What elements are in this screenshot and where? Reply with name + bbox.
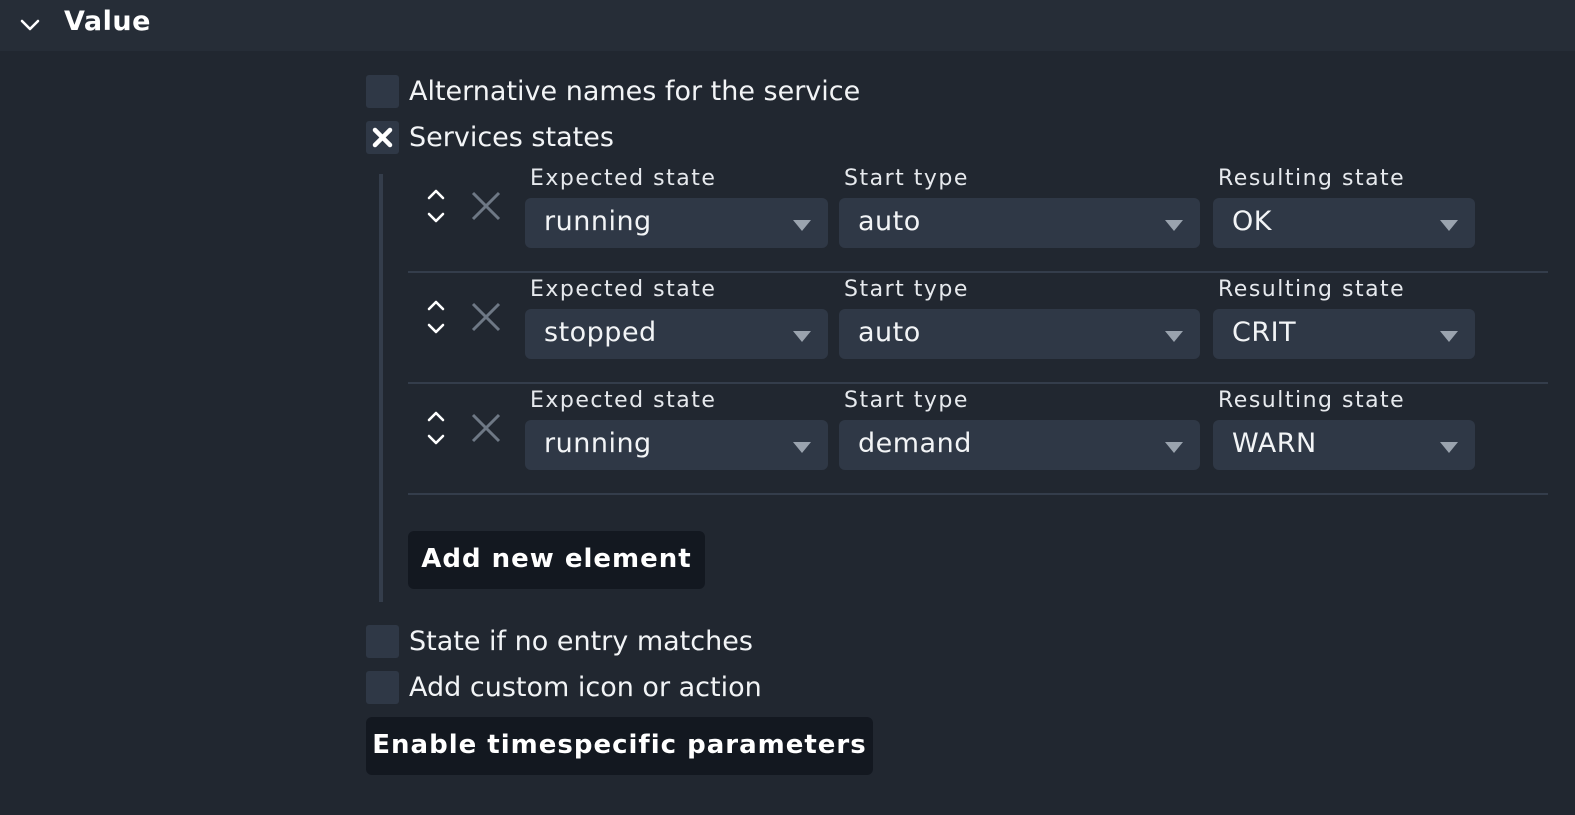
dropdown-arrow-icon: [1440, 331, 1458, 342]
resulting-state-value: WARN: [1232, 428, 1317, 459]
resulting-state-value: CRIT: [1232, 317, 1297, 348]
start-type-select[interactable]: auto: [839, 309, 1200, 359]
resulting-state-select[interactable]: WARN: [1213, 420, 1475, 470]
expected-state-label: Expected state: [530, 388, 717, 413]
expected-state-value: running: [544, 428, 652, 459]
start-type-select[interactable]: demand: [839, 420, 1200, 470]
section-header[interactable]: Value: [0, 0, 1575, 51]
x-check-icon: [372, 127, 393, 148]
enable-timespecific-button[interactable]: Enable timespecific parameters: [366, 717, 873, 775]
close-icon[interactable]: [470, 190, 502, 222]
value-panel: Value Alternative names for the service …: [0, 0, 1575, 815]
start-type-value: auto: [858, 317, 921, 348]
no-match-label[interactable]: State if no entry matches: [409, 625, 753, 658]
start-type-value: demand: [858, 428, 972, 459]
dropdown-arrow-icon: [793, 220, 811, 231]
divider: [408, 493, 1548, 495]
list-indent-line: [379, 174, 383, 602]
close-icon[interactable]: [470, 301, 502, 333]
dropdown-arrow-icon: [1165, 442, 1183, 453]
expected-state-value: stopped: [544, 317, 657, 348]
custom-icon-label[interactable]: Add custom icon or action: [409, 671, 762, 704]
expected-state-select[interactable]: running: [525, 420, 828, 470]
resulting-state-label: Resulting state: [1218, 166, 1406, 191]
alt-names-checkbox[interactable]: [366, 75, 399, 108]
alt-names-label[interactable]: Alternative names for the service: [409, 75, 860, 108]
resulting-state-select[interactable]: CRIT: [1213, 309, 1475, 359]
list-item: Expected state stopped Start type auto R…: [408, 273, 1548, 384]
dropdown-arrow-icon: [1440, 220, 1458, 231]
expected-state-select[interactable]: running: [525, 198, 828, 248]
up-down-icon[interactable]: [424, 406, 448, 450]
up-down-icon[interactable]: [424, 295, 448, 339]
custom-icon-checkbox[interactable]: [366, 671, 399, 704]
chevron-down-icon[interactable]: [18, 15, 42, 35]
start-type-value: auto: [858, 206, 921, 237]
up-down-icon[interactable]: [424, 184, 448, 228]
expected-state-select[interactable]: stopped: [525, 309, 828, 359]
expected-state-label: Expected state: [530, 166, 717, 191]
services-states-label[interactable]: Services states: [409, 121, 614, 154]
dropdown-arrow-icon: [1165, 220, 1183, 231]
dropdown-arrow-icon: [1165, 331, 1183, 342]
section-title: Value: [64, 6, 151, 37]
start-type-label: Start type: [844, 166, 969, 191]
expected-state-value: running: [544, 206, 652, 237]
resulting-state-select[interactable]: OK: [1213, 198, 1475, 248]
close-icon[interactable]: [470, 412, 502, 444]
dropdown-arrow-icon: [1440, 442, 1458, 453]
resulting-state-label: Resulting state: [1218, 277, 1406, 302]
list-item: Expected state running Start type auto R…: [408, 162, 1548, 273]
resulting-state-value: OK: [1232, 206, 1272, 237]
no-match-checkbox[interactable]: [366, 625, 399, 658]
start-type-select[interactable]: auto: [839, 198, 1200, 248]
dropdown-arrow-icon: [793, 331, 811, 342]
services-states-checkbox[interactable]: [366, 121, 399, 154]
list-item: Expected state running Start type demand…: [408, 384, 1548, 495]
dropdown-arrow-icon: [793, 442, 811, 453]
start-type-label: Start type: [844, 388, 969, 413]
add-new-element-button[interactable]: Add new element: [408, 531, 705, 589]
resulting-state-label: Resulting state: [1218, 388, 1406, 413]
expected-state-label: Expected state: [530, 277, 717, 302]
start-type-label: Start type: [844, 277, 969, 302]
